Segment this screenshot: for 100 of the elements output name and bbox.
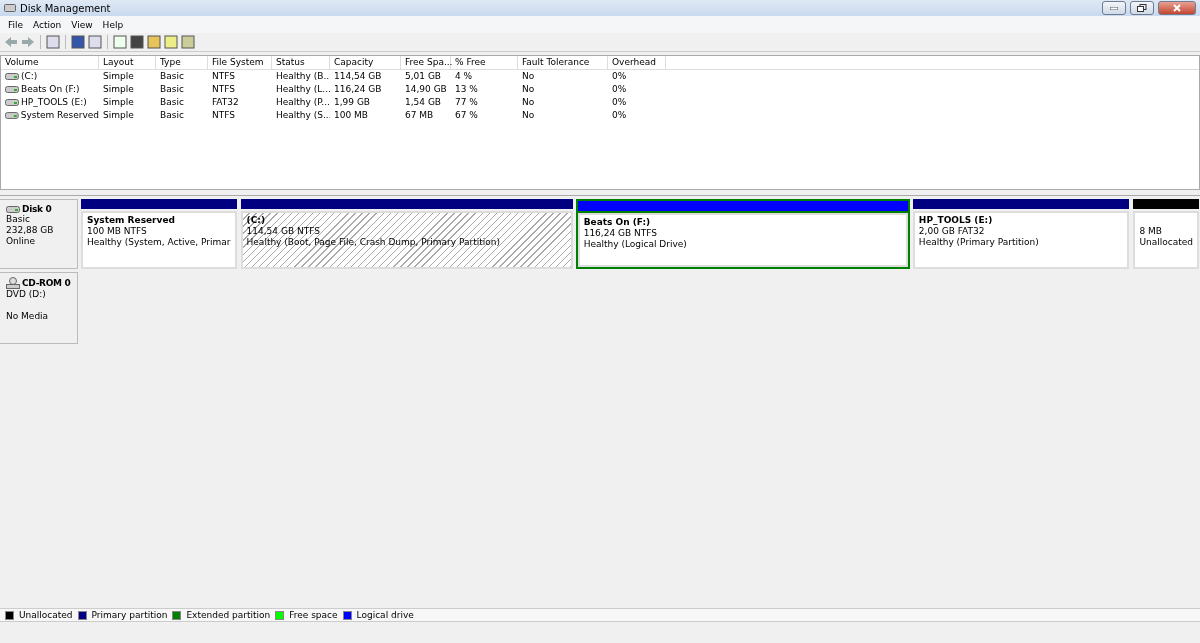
partition-size: 114,54 GB NTFS xyxy=(246,226,321,237)
table-cell-text: 67 MB xyxy=(404,109,435,122)
table-cell-text: 5,01 GB xyxy=(404,70,443,83)
table-cell-text: 4 % xyxy=(454,70,474,83)
table-cell-text: 114,54 GB xyxy=(333,70,383,83)
disk-label-panel[interactable]: CD-ROM 0 DVD (D:) No Media xyxy=(0,272,78,344)
table-cell-text: No xyxy=(521,70,536,83)
menu-item[interactable]: Action xyxy=(29,19,66,30)
partition-title: System Reserved xyxy=(87,215,176,226)
table-cell-text: Healthy (S... xyxy=(275,109,330,122)
table-cell-text: 1,54 GB xyxy=(404,96,443,109)
table-cell-text: Simple xyxy=(102,96,135,109)
table-cell: (C:) xyxy=(21,70,38,83)
table-cell-text: NTFS xyxy=(211,70,236,83)
table-cell-text: 1,99 GB xyxy=(333,96,372,109)
drive-icon xyxy=(6,205,20,213)
partition-block[interactable]: System Reserved 100 MB NTFS Healthy (System, Active, Primar xyxy=(81,211,237,269)
partition-title: HP_TOOLS (E:) xyxy=(918,215,994,226)
disk-name: CD-ROM 0 xyxy=(22,278,71,288)
table-cell: HP_TOOLS (E:) xyxy=(21,96,87,109)
table-cell-text: Basic xyxy=(159,70,185,83)
forward-arrow-icon[interactable] xyxy=(21,36,35,48)
column-header[interactable]: File System xyxy=(208,56,272,69)
column-header[interactable]: Overhead xyxy=(608,56,666,69)
partition-status: Unallocated xyxy=(1139,237,1193,248)
table-cell-text: 0% xyxy=(611,109,628,122)
column-header[interactable]: Status xyxy=(272,56,330,69)
minimize-button[interactable] xyxy=(1102,1,1126,15)
legend-label: Primary partition xyxy=(91,610,168,620)
partition-status: Healthy (Logical Drive) xyxy=(583,239,688,250)
partition-block[interactable]: (C:) 114,54 GB NTFS Healthy (Boot, Page File, Crash Dump, Primary Partition) xyxy=(240,211,573,269)
table-cell-text: 0% xyxy=(611,96,628,109)
table-cell-text: 116,24 GB xyxy=(333,83,383,96)
table-cell-text: No xyxy=(521,83,536,96)
close-button[interactable] xyxy=(1158,1,1196,15)
drive-icon xyxy=(5,86,19,93)
partition-block[interactable]: HP_TOOLS (E:) 2,00 GB FAT32 Healthy (Primary Partition) xyxy=(912,211,1130,269)
disk-type: Basic xyxy=(6,214,31,225)
table-cell-text: Healthy (L... xyxy=(275,83,330,96)
partition-size: 116,24 GB NTFS xyxy=(583,228,658,239)
column-header[interactable]: Volume xyxy=(1,56,99,69)
disk-label-panel[interactable]: Disk 0 Basic 232,88 GB Online xyxy=(0,199,78,269)
legend-label: Unallocated xyxy=(19,610,73,620)
column-header[interactable]: Capacity xyxy=(330,56,401,69)
table-cell: Beats On (F:) xyxy=(21,83,80,96)
partition-size: 100 MB NTFS xyxy=(87,226,148,237)
table-cell-text: 14,90 GB xyxy=(404,83,448,96)
partition-block[interactable]: Beats On (F:) 116,24 GB NTFS Healthy (Logical Drive) xyxy=(577,213,908,267)
partition-status: Healthy (Boot, Page File, Crash Dump, Primary Partition) xyxy=(246,237,501,248)
disk-type: DVD (D:) xyxy=(6,289,47,300)
app-icon xyxy=(4,3,16,13)
legend-label: Extended partition xyxy=(186,610,271,620)
column-header[interactable]: Fault Tolerance xyxy=(518,56,608,69)
table-cell-text: Basic xyxy=(159,83,185,96)
column-header[interactable]: Type xyxy=(156,56,208,69)
drive-icon xyxy=(5,99,19,106)
table-cell-text: Healthy (B... xyxy=(275,70,330,83)
table-cell: System Reserved xyxy=(20,109,99,122)
table-cell-text: Simple xyxy=(102,70,135,83)
close-icon xyxy=(1173,4,1181,12)
partition-block[interactable]: 8 MB Unallocated xyxy=(1133,211,1199,269)
table-cell-text: Basic xyxy=(159,109,185,122)
column-header[interactable]: Free Spa... xyxy=(401,56,451,69)
table-cell-text: 13 % xyxy=(454,83,479,96)
table-cell-text: No xyxy=(521,96,536,109)
column-header[interactable]: Layout xyxy=(99,56,156,69)
column-header[interactable]: % Free xyxy=(451,56,518,69)
restore-button[interactable] xyxy=(1130,1,1154,15)
drive-icon xyxy=(5,73,19,80)
partition-size: 2,00 GB FAT32 xyxy=(918,226,986,237)
table-cell-text: No xyxy=(521,109,536,122)
table-cell-text: Basic xyxy=(159,96,185,109)
legend-label: Logical drive xyxy=(356,610,414,620)
disk-name: Disk 0 xyxy=(22,204,52,214)
back-arrow-icon[interactable] xyxy=(4,36,18,48)
minimize-icon xyxy=(1110,6,1118,10)
table-cell-text: NTFS xyxy=(211,83,236,96)
menu-item[interactable]: Help xyxy=(98,19,128,30)
drive-icon xyxy=(5,112,19,119)
table-cell-text: 67 % xyxy=(454,109,479,122)
menu-item[interactable]: File xyxy=(4,19,28,30)
partition-size: 8 MB xyxy=(1139,226,1163,237)
table-cell-text: 77 % xyxy=(454,96,479,109)
partition-title: Beats On (F:) xyxy=(583,217,652,228)
partition-bar xyxy=(1133,199,1199,209)
cd-drive-icon xyxy=(6,277,20,289)
window-title: Disk Management xyxy=(20,2,112,14)
disk-status: No Media xyxy=(6,311,50,322)
partition-status: Healthy (Primary Partition) xyxy=(918,237,1040,248)
table-cell-text: Simple xyxy=(102,83,135,96)
table-cell-text: 0% xyxy=(611,70,628,83)
table-cell-text: NTFS xyxy=(211,109,236,122)
disk-size: 232,88 GB xyxy=(6,225,55,236)
partition-title: (C:) xyxy=(246,215,266,226)
table-cell-text: Healthy (P... xyxy=(275,96,330,109)
disk-status: Online xyxy=(6,236,37,247)
table-cell-text: FAT32 xyxy=(211,96,240,109)
partition-status: Healthy (System, Active, Primar xyxy=(87,237,231,248)
menu-item[interactable]: View xyxy=(67,19,97,30)
table-cell-text: Simple xyxy=(102,109,135,122)
